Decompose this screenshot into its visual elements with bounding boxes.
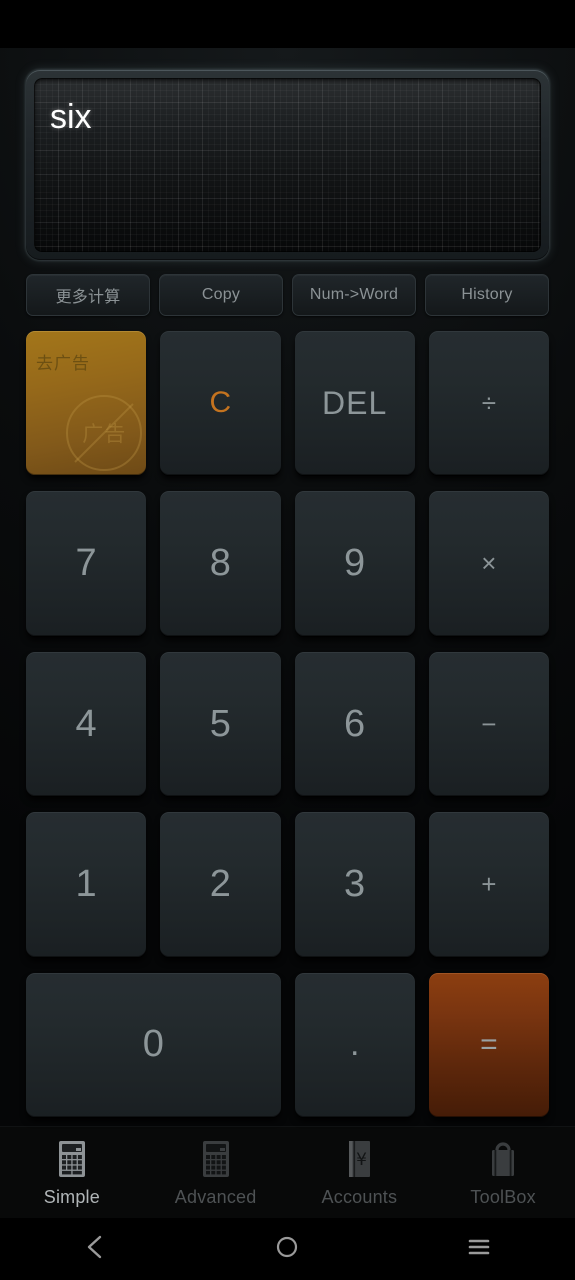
digit-2-key[interactable]: 2 <box>160 812 281 957</box>
delete-key[interactable]: DEL <box>294 331 415 476</box>
keypad-row: 4 5 6 − <box>26 645 549 805</box>
digit-7-key[interactable]: 7 <box>26 491 147 636</box>
keypad-row: 0 . = <box>26 966 549 1126</box>
tab-accounts[interactable]: ¥ Accounts <box>288 1127 432 1218</box>
menu-button[interactable] <box>434 1224 524 1274</box>
copy-button[interactable]: Copy <box>159 274 283 316</box>
keypad-row: 7 8 9 × <box>26 484 549 644</box>
num-to-word-button[interactable]: Num->Word <box>292 274 416 316</box>
tab-advanced-label: Advanced <box>174 1187 257 1207</box>
keypad: 去广告 广告 C DEL ÷ 7 8 9 × 4 5 6 − 1 2 3 + 0… <box>26 324 549 1126</box>
remove-ads-label: 去广告 <box>36 354 90 373</box>
toolbar: 更多计算 Copy Num->Word History <box>26 274 549 316</box>
digit-3-key[interactable]: 3 <box>294 812 415 957</box>
display-value: six <box>50 98 92 136</box>
no-ads-icon: 广告 <box>66 395 143 472</box>
calculator-icon <box>50 1137 94 1181</box>
keypad-row: 1 2 3 + <box>26 805 549 965</box>
plus-key[interactable]: + <box>428 812 549 957</box>
history-button[interactable]: History <box>425 274 549 316</box>
divide-key[interactable]: ÷ <box>428 331 549 476</box>
home-button[interactable] <box>242 1224 332 1274</box>
digit-5-key[interactable]: 5 <box>160 651 281 797</box>
home-icon <box>272 1232 302 1267</box>
calculator-app: six 更多计算 Copy Num->Word History 去广告 广告 C… <box>0 0 575 1280</box>
decimal-point-key[interactable]: . <box>294 972 415 1118</box>
display-bezel: six <box>26 70 549 260</box>
android-nav-bar <box>0 1218 575 1280</box>
tab-simple[interactable]: Simple <box>0 1127 144 1218</box>
tab-toolbox[interactable]: ToolBox <box>431 1127 575 1218</box>
tab-advanced[interactable]: Advanced <box>144 1127 288 1218</box>
more-calc-button[interactable]: 更多计算 <box>26 274 150 316</box>
clear-key[interactable]: C <box>160 331 281 476</box>
display-screen[interactable]: six <box>34 78 541 252</box>
minus-key[interactable]: − <box>428 651 549 797</box>
digit-0-key[interactable]: 0 <box>26 972 281 1118</box>
svg-text:¥: ¥ <box>356 1150 367 1170</box>
calculator-panel: six 更多计算 Copy Num->Word History 去广告 广告 C… <box>0 48 575 1126</box>
multiply-key[interactable]: × <box>428 491 549 636</box>
toolbag-icon <box>481 1137 525 1181</box>
tab-simple-label: Simple <box>43 1187 100 1207</box>
status-bar <box>0 0 575 48</box>
back-icon <box>81 1232 111 1267</box>
digit-9-key[interactable]: 9 <box>294 491 415 636</box>
tab-toolbox-label: ToolBox <box>470 1187 536 1207</box>
equals-key[interactable]: = <box>428 972 549 1118</box>
yen-ledger-icon: ¥ <box>337 1137 381 1181</box>
remove-ads-button[interactable]: 去广告 广告 <box>26 331 147 476</box>
digit-4-key[interactable]: 4 <box>26 651 147 797</box>
digit-8-key[interactable]: 8 <box>160 491 281 636</box>
digit-1-key[interactable]: 1 <box>26 812 147 957</box>
calculator-grid-icon <box>194 1137 238 1181</box>
back-button[interactable] <box>51 1224 141 1274</box>
tab-accounts-label: Accounts <box>321 1187 398 1207</box>
digit-6-key[interactable]: 6 <box>294 651 415 797</box>
bottom-tab-bar: Simple Advanced ¥ Accounts ToolBox <box>0 1126 575 1218</box>
menu-icon <box>464 1232 494 1267</box>
keypad-row: 去广告 广告 C DEL ÷ <box>26 324 549 484</box>
